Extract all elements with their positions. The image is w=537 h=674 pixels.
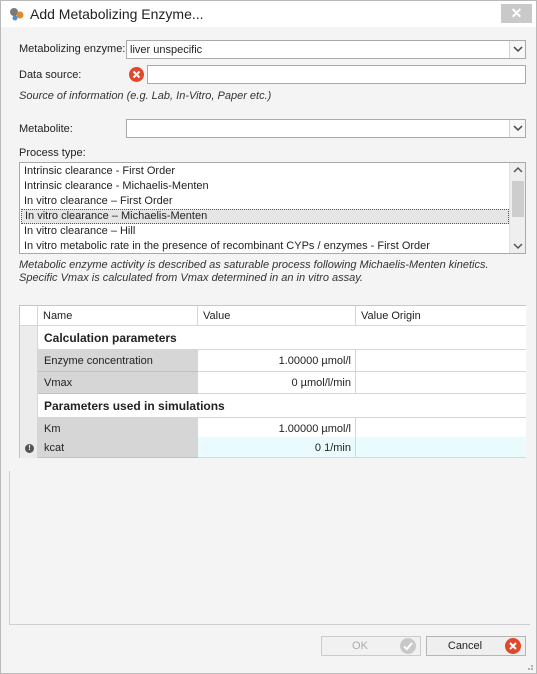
check-icon: [400, 638, 416, 654]
param-value-origin[interactable]: [356, 437, 526, 458]
scroll-up-icon[interactable]: [510, 163, 525, 177]
parameter-grid: Name Value Value Origin Calculation para…: [19, 305, 526, 458]
metabolite-combo[interactable]: [126, 119, 526, 138]
process-type-scrollbar[interactable]: [509, 163, 525, 253]
param-name: Vmax: [38, 372, 198, 394]
param-name: Enzyme concentration: [38, 350, 198, 372]
scroll-down-icon[interactable]: [510, 239, 525, 253]
process-type-item[interactable]: Intrinsic clearance - Michaelis-Menten: [21, 179, 509, 194]
data-source-hint: Source of information (e.g. Lab, In-Vitr…: [19, 90, 272, 102]
grid-column-name[interactable]: Name: [38, 306, 198, 326]
enzyme-combo[interactable]: liver unspecific: [126, 40, 526, 59]
button-bar-separator: [9, 624, 530, 625]
window-title: Add Metabolizing Enzyme...: [30, 6, 204, 22]
error-x-icon: [129, 67, 144, 82]
cancel-button-label: Cancel: [447, 640, 483, 652]
param-value-input[interactable]: 0 µmol/l/min: [198, 372, 356, 394]
title-bar[interactable]: Add Metabolizing Enzyme... ✕: [1, 1, 536, 27]
param-name: kcat: [38, 437, 198, 458]
process-type-list[interactable]: Intrinsic clearance - First Order Intrin…: [19, 162, 526, 254]
param-value-input[interactable]: 0 1/min: [198, 437, 356, 458]
cancel-x-icon: [505, 638, 521, 654]
grid-corner-header: [20, 306, 38, 326]
scrollbar-thumb[interactable]: [512, 181, 524, 217]
ok-button-label: OK: [352, 640, 368, 652]
enzyme-combo-dropdown-button[interactable]: [509, 41, 525, 58]
window-close-button[interactable]: ✕: [501, 4, 532, 23]
process-type-item[interactable]: In vitro clearance – First Order: [21, 194, 509, 209]
process-type-label: Process type:: [19, 147, 86, 159]
process-type-item[interactable]: In vitro metabolic rate in the presence …: [21, 239, 509, 253]
grid-group-parameters-used-in-simulations[interactable]: Parameters used in simulations: [38, 394, 526, 418]
cancel-button[interactable]: Cancel: [426, 636, 526, 656]
data-source-input[interactable]: [147, 65, 526, 84]
ok-button[interactable]: OK: [321, 636, 421, 656]
grid-column-value-origin[interactable]: Value Origin: [356, 306, 526, 326]
grid-group-calculation-parameters[interactable]: Calculation parameters: [38, 326, 526, 350]
metabolite-combo-dropdown-button[interactable]: [509, 120, 525, 137]
chevron-down-icon: [513, 125, 523, 132]
process-description: Metabolic enzyme activity is described a…: [19, 259, 489, 284]
process-type-item[interactable]: In vitro clearance – Hill: [21, 224, 509, 239]
enzyme-label: Metabolizing enzyme:: [19, 43, 126, 55]
enzyme-combo-value: liver unspecific: [130, 44, 203, 56]
data-source-label: Data source:: [19, 69, 82, 81]
grid-column-value[interactable]: Value: [198, 306, 356, 326]
info-icon: !: [25, 444, 34, 453]
grid-row-indicator-column: [20, 326, 38, 458]
resize-grip-icon[interactable]: [524, 661, 534, 671]
process-type-item-selected[interactable]: In vitro clearance – Michaelis-Menten: [21, 209, 509, 224]
panel-border-left: [9, 471, 10, 624]
chevron-down-icon: [513, 46, 523, 53]
enzyme-app-icon: [9, 6, 25, 22]
param-value-input[interactable]: 1.00000 µmol/l: [198, 350, 356, 372]
param-value-origin[interactable]: [356, 350, 526, 372]
process-type-item[interactable]: Intrinsic clearance - First Order: [21, 164, 509, 179]
dialog-window: Add Metabolizing Enzyme... ✕ Metabolizin…: [0, 0, 537, 674]
metabolite-label: Metabolite:: [19, 123, 73, 135]
param-value-origin[interactable]: [356, 372, 526, 394]
